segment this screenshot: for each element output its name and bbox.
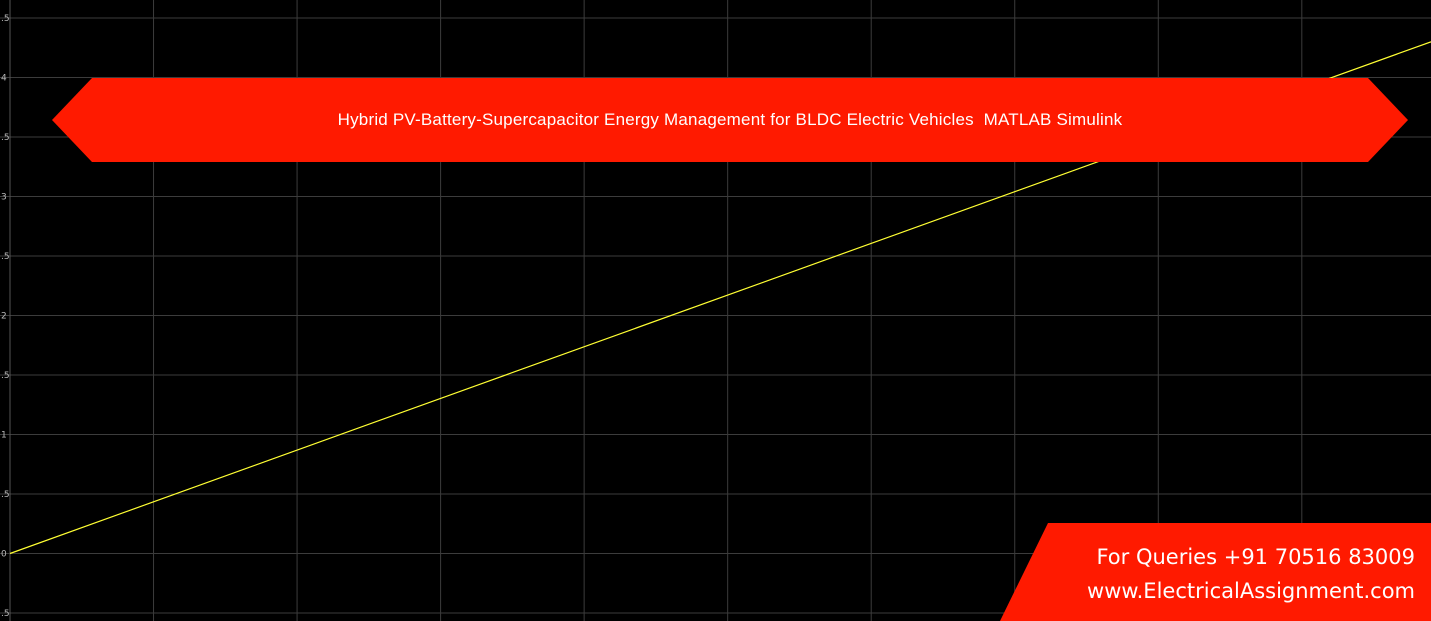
y-tick-label: .5 (1, 609, 10, 619)
y-tick-label: .5 (1, 133, 10, 143)
y-tick-label: 0 (1, 550, 7, 560)
y-tick-label: 3 (1, 193, 7, 203)
y-tick-label: .5 (1, 14, 10, 24)
contact-website[interactable]: www.ElectricalAssignment.com (1087, 574, 1415, 608)
contact-info: For Queries +91 70516 83009 www.Electric… (1087, 540, 1415, 608)
y-tick-label: 1 (1, 431, 7, 441)
y-tick-label: .5 (1, 252, 10, 262)
y-tick-label: 4 (1, 74, 7, 84)
contact-phone: For Queries +91 70516 83009 (1096, 545, 1415, 569)
y-tick-label: .5 (1, 490, 10, 500)
banner-title: Hybrid PV-Battery-Supercapacitor Energy … (337, 110, 1123, 129)
y-tick-label: .5 (1, 371, 10, 381)
y-tick-label: 2 (1, 312, 7, 322)
